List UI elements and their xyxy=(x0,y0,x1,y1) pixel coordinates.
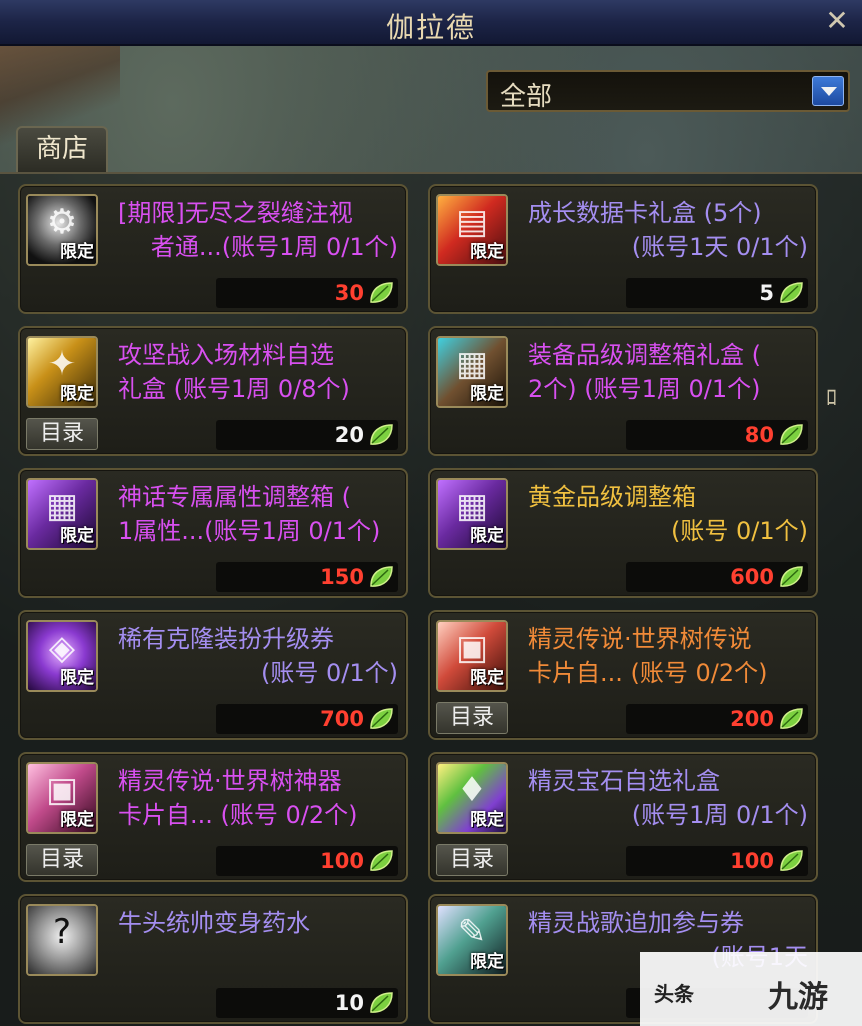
item-price: 30 xyxy=(334,281,364,305)
shop-item-card[interactable]: ♦ 限定 精灵宝石自选礼盒 (账号1周 0/1个) 目录 100 xyxy=(428,752,818,882)
leaf-currency-icon xyxy=(780,566,803,587)
limited-badge: 限定 xyxy=(60,668,94,688)
watermark-logo: 九游 xyxy=(768,980,828,1015)
leaf-currency-icon xyxy=(370,424,393,445)
item-price: 10 xyxy=(334,991,364,1015)
leaf-currency-icon xyxy=(370,282,393,303)
leaf-currency-icon xyxy=(780,708,803,729)
shop-item-card[interactable]: ▤ 限定 成长数据卡礼盒 (5个) (账号1天 0/1个) 5 xyxy=(428,184,818,314)
watermark-overlay: 头条 九游 xyxy=(640,952,862,1026)
limited-badge: 限定 xyxy=(470,952,504,972)
limited-badge: 限定 xyxy=(470,668,504,688)
price-box: 600 xyxy=(626,562,808,592)
price-box: 100 xyxy=(216,846,398,876)
category-filter-value: 全部 xyxy=(500,82,553,112)
shop-item-card[interactable]: ✦ 限定 攻坚战入场材料自选 礼盒 (账号1周 0/8个) 目录 20 xyxy=(18,326,408,456)
limited-badge: 限定 xyxy=(470,384,504,404)
item-icon: ? xyxy=(26,904,98,976)
chevron-down-icon[interactable] xyxy=(812,76,844,106)
item-price: 150 xyxy=(320,565,364,589)
leaf-currency-icon xyxy=(370,850,393,871)
item-name: 牛头统帅变身药水 xyxy=(118,909,310,937)
item-icon: ✎ 限定 xyxy=(436,904,508,976)
price-box: 10 xyxy=(216,988,398,1018)
tab-shop[interactable]: 商店 xyxy=(16,126,108,172)
price-box: 80 xyxy=(626,420,808,450)
shop-item-card[interactable]: ▦ 限定 神话专属属性调整箱 ( 1属性...(账号1周 0/1个) 150 xyxy=(18,468,408,598)
item-price: 200 xyxy=(730,707,774,731)
shop-item-card[interactable]: ▣ 限定 精灵传说·世界树神器 卡片自... (账号 0/2个) 目录 100 xyxy=(18,752,408,882)
title-bar[interactable]: 伽拉德 ✕ xyxy=(0,0,862,46)
leaf-currency-icon xyxy=(780,850,803,871)
limited-badge: 限定 xyxy=(60,810,94,830)
shop-item-card[interactable]: ⚙ 限定 [期限]无尽之裂缝注视 者通...(账号1周 0/1个) 30 xyxy=(18,184,408,314)
right-edge-decoration: ﾛ xyxy=(826,386,838,411)
item-icon: ♦ 限定 xyxy=(436,762,508,834)
price-box: 100 xyxy=(626,846,808,876)
price-box: 700 xyxy=(216,704,398,734)
shop-item-card[interactable]: ▣ 限定 精灵传说·世界树传说 卡片自... (账号 0/2个) 目录 200 xyxy=(428,610,818,740)
item-icon: ▣ 限定 xyxy=(26,762,98,834)
window-title: 伽拉德 xyxy=(385,11,476,44)
item-icon: ▤ 限定 xyxy=(436,194,508,266)
shop-item-card[interactable]: ▦ 限定 装备品级调整箱礼盒 ( 2个) (账号1周 0/1个) 80 xyxy=(428,326,818,456)
limited-badge: 限定 xyxy=(470,526,504,546)
catalog-button[interactable]: 目录 xyxy=(436,844,508,876)
leaf-currency-icon xyxy=(370,566,393,587)
price-box: 5 xyxy=(626,278,808,308)
item-name: 成长数据卡礼盒 (5个) (账号1天 0/1个) xyxy=(528,199,808,261)
category-filter-dropdown[interactable]: 全部 xyxy=(486,70,850,112)
limited-badge: 限定 xyxy=(60,526,94,546)
item-icon: ✦ 限定 xyxy=(26,336,98,408)
item-icon: ▦ 限定 xyxy=(26,478,98,550)
watermark-text: 头条 xyxy=(654,982,694,1006)
item-price: 100 xyxy=(320,849,364,873)
leaf-currency-icon xyxy=(780,424,803,445)
price-box: 30 xyxy=(216,278,398,308)
item-price: 5 xyxy=(759,281,774,305)
item-price: 80 xyxy=(744,423,774,447)
leaf-currency-icon xyxy=(370,992,393,1013)
item-icon: ⚙ 限定 xyxy=(26,194,98,266)
limited-badge: 限定 xyxy=(470,810,504,830)
price-box: 20 xyxy=(216,420,398,450)
item-name: [期限]无尽之裂缝注视 者通...(账号1周 0/1个) xyxy=(118,199,398,261)
shop-window: 伽拉德 ✕ 全部 商店 ⚙ 限定 [期限]无尽之裂缝注视 者通...(账号1周 … xyxy=(0,0,862,1026)
catalog-button[interactable]: 目录 xyxy=(436,702,508,734)
shop-item-card[interactable]: ? 牛头统帅变身药水 10 xyxy=(18,894,408,1024)
item-name: 精灵传说·世界树传说 卡片自... (账号 0/2个) xyxy=(528,625,768,687)
shop-item-card[interactable]: ▦ 限定 黄金品级调整箱 (账号 0/1个) 600 xyxy=(428,468,818,598)
item-name: 装备品级调整箱礼盒 ( 2个) (账号1周 0/1个) xyxy=(528,341,761,403)
item-icon: ▦ 限定 xyxy=(436,336,508,408)
limited-badge: 限定 xyxy=(60,384,94,404)
catalog-button[interactable]: 目录 xyxy=(26,844,98,876)
item-price: 700 xyxy=(320,707,364,731)
item-name: 精灵宝石自选礼盒 (账号1周 0/1个) xyxy=(528,767,808,829)
item-icon: ▣ 限定 xyxy=(436,620,508,692)
item-name: 攻坚战入场材料自选 礼盒 (账号1周 0/8个) xyxy=(118,341,350,403)
item-name: 黄金品级调整箱 (账号 0/1个) xyxy=(528,483,808,545)
price-box: 150 xyxy=(216,562,398,592)
item-price: 20 xyxy=(334,423,364,447)
price-box: 200 xyxy=(626,704,808,734)
close-icon[interactable]: ✕ xyxy=(822,6,852,36)
item-grid: ⚙ 限定 [期限]无尽之裂缝注视 者通...(账号1周 0/1个) 30 ▤ 限… xyxy=(0,172,862,1026)
item-name: 稀有克隆装扮升级券 (账号 0/1个) xyxy=(118,625,398,687)
item-price: 600 xyxy=(730,565,774,589)
item-icon: ▦ 限定 xyxy=(436,478,508,550)
limited-badge: 限定 xyxy=(60,242,94,262)
item-icon: ◈ 限定 xyxy=(26,620,98,692)
catalog-button[interactable]: 目录 xyxy=(26,418,98,450)
shop-item-card[interactable]: ◈ 限定 稀有克隆装扮升级券 (账号 0/1个) 700 xyxy=(18,610,408,740)
leaf-currency-icon xyxy=(780,282,803,303)
item-name: 精灵传说·世界树神器 卡片自... (账号 0/2个) xyxy=(118,767,358,829)
leaf-currency-icon xyxy=(370,708,393,729)
item-price: 100 xyxy=(730,849,774,873)
item-name: 神话专属属性调整箱 ( 1属性...(账号1周 0/1个) xyxy=(118,483,381,545)
limited-badge: 限定 xyxy=(470,242,504,262)
